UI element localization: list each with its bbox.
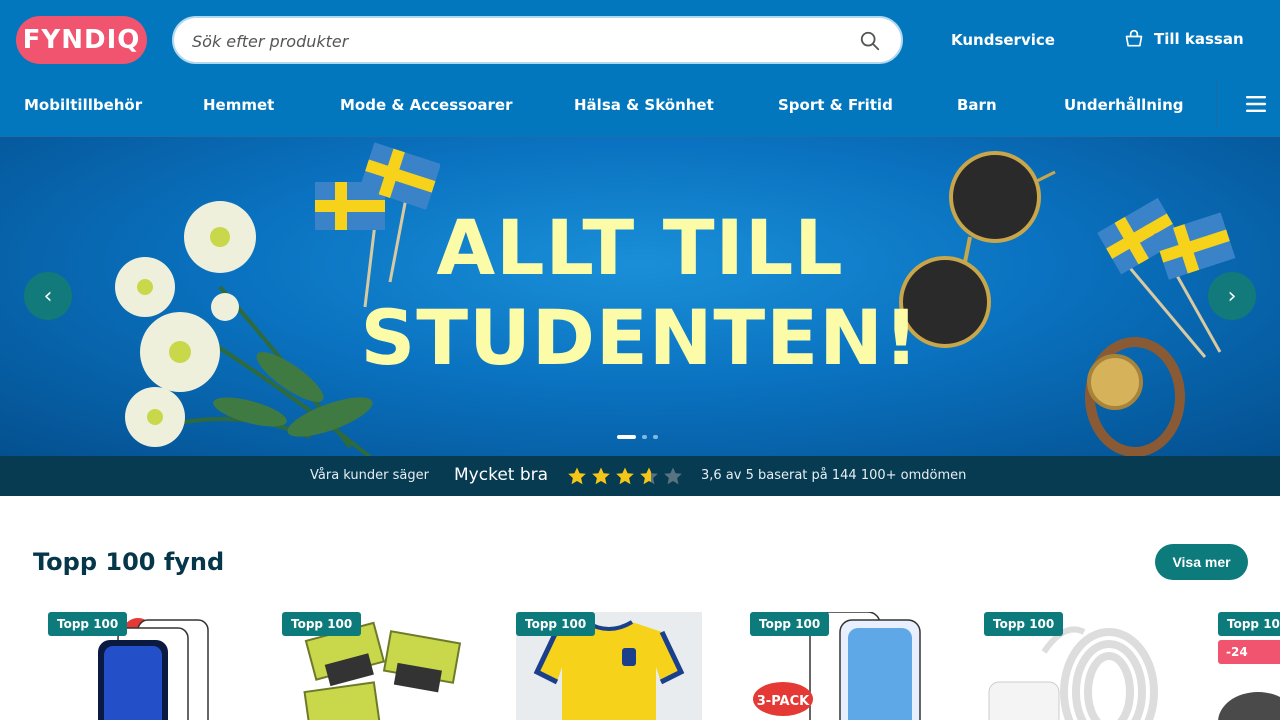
star-icon <box>664 467 682 485</box>
search-bar[interactable] <box>172 16 903 64</box>
star-icon <box>592 467 610 485</box>
search-input[interactable] <box>192 29 832 53</box>
chevron-left-icon: ‹ <box>43 283 53 309</box>
carousel-prev-button[interactable]: ‹ <box>24 272 72 320</box>
top100-badge: Topp 100 <box>750 612 830 636</box>
top100-badge: Topp 100 <box>48 612 128 636</box>
carousel-dot[interactable] <box>617 435 636 439</box>
star-icon <box>640 467 658 485</box>
banner-headline-line2: STUDENTEN! <box>360 293 920 382</box>
customer-service-link[interactable]: Kundservice <box>951 31 1055 49</box>
discount-badge: -24 <box>1218 640 1280 664</box>
trust-intro: Våra kunder säger <box>310 468 429 483</box>
nav-item-barn[interactable]: Barn <box>957 96 997 114</box>
top100-badge: Topp 100 <box>984 612 1064 636</box>
nav-item-hemmet[interactable]: Hemmet <box>203 96 274 114</box>
carousel-dots <box>617 435 658 439</box>
star-icon <box>568 467 586 485</box>
top100-badge: Topp 100 <box>282 612 362 636</box>
hamburger-menu-icon[interactable] <box>1246 95 1266 113</box>
star-icon <box>616 467 634 485</box>
category-nav: Mobiltillbehör Hemmet Mode & Accessoarer… <box>0 80 1280 137</box>
fyndiq-logo[interactable]: FYNDIQ <box>16 16 147 64</box>
carousel-dot[interactable] <box>653 435 658 439</box>
basket-icon <box>1125 29 1143 47</box>
show-more-button[interactable]: Visa mer <box>1155 544 1248 580</box>
pack-sticker-text: 3-PACK <box>757 694 810 709</box>
carousel-dot[interactable] <box>642 435 647 439</box>
nav-item-underhallning[interactable]: Underhållning <box>1064 96 1184 114</box>
trustpilot-bar[interactable]: Våra kunder säger Mycket bra 3,6 av 5 ba… <box>0 456 1280 496</box>
rating-stars <box>567 466 683 486</box>
carousel-next-button[interactable]: › <box>1208 272 1256 320</box>
trust-summary: 3,6 av 5 baserat på 144 100+ omdömen <box>701 468 967 483</box>
section-title: Topp 100 fynd <box>33 548 225 576</box>
banner-headline-line1: ALLT TILL <box>436 203 844 292</box>
search-icon[interactable] <box>859 30 881 52</box>
trust-verdict: Mycket bra <box>454 465 549 485</box>
checkout-button[interactable]: Till kassan <box>1124 29 1244 49</box>
nav-item-mode-accessoarer[interactable]: Mode & Accessoarer <box>340 96 513 114</box>
chevron-right-icon: › <box>1227 283 1237 309</box>
nav-item-sport-fritid[interactable]: Sport & Fritid <box>778 96 893 114</box>
top100-badge: Topp 100 <box>1218 612 1280 636</box>
site-header: FYNDIQ Kundservice Till kassan Mobiltill… <box>0 0 1280 137</box>
nav-divider <box>1216 80 1217 128</box>
checkout-label: Till kassan <box>1154 30 1244 48</box>
nav-item-mobiltillbehor[interactable]: Mobiltillbehör <box>24 96 142 114</box>
top100-badge: Topp 100 <box>516 612 596 636</box>
hero-banner[interactable]: ALLT TILL STUDENTEN! ‹ › <box>0 137 1280 456</box>
nav-item-halsa-skonhet[interactable]: Hälsa & Skönhet <box>574 96 714 114</box>
